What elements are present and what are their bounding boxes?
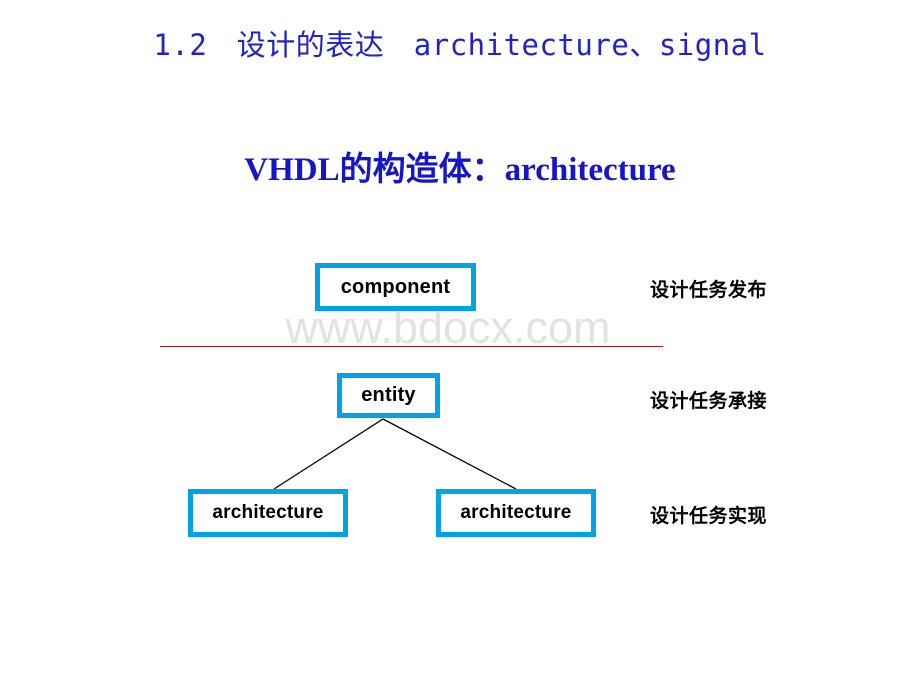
diagram-node-architecture-left[interactable]: architecture [188,489,348,537]
diagram-node-architecture-left-label: architecture [212,502,324,523]
diagram-node-component[interactable]: component [315,263,476,311]
slide-canvas: 1.2 设计的表达 architecture、signal VHDL的构造体：a… [0,0,920,690]
diagram-node-architecture-right[interactable]: architecture [436,489,596,537]
horizontal-divider [160,346,663,347]
slide-subtitle: VHDL的构造体：architecture [244,152,676,188]
diagram-node-entity-label: entity [361,384,416,406]
diagram-node-entity[interactable]: entity [337,373,440,418]
page-title: 1.2 设计的表达 architecture、signal [153,28,767,62]
stage-label-realize: 设计任务实现 [650,506,768,527]
diagram-node-architecture-right-label: architecture [460,502,572,523]
connector-entity-to-architecture-right [382,418,517,490]
stage-label-publish: 设计任务发布 [650,280,768,301]
stage-label-accept: 设计任务承接 [650,391,768,412]
diagram-node-component-label: component [340,275,451,298]
connector-entity-to-architecture-left [273,418,384,490]
